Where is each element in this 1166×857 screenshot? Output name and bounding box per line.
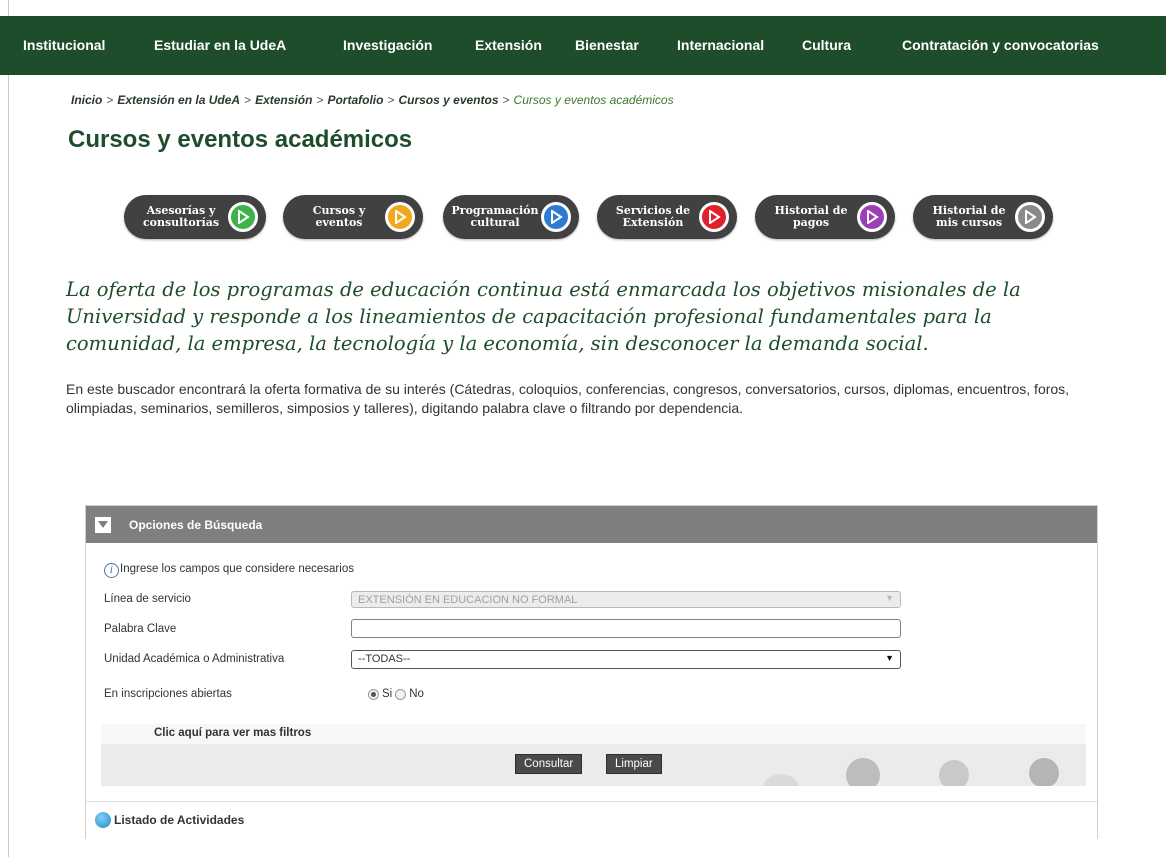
description-paragraph: En este buscador encontrará la oferta fo… <box>66 381 1070 416</box>
nav-estudiar[interactable]: Estudiar en la UdeA <box>154 37 286 53</box>
unit-select[interactable]: --TODAS-- ▼ <box>351 650 901 669</box>
window-left-border <box>0 0 9 857</box>
play-icon <box>385 202 415 232</box>
nav-investigacion[interactable]: Investigación <box>343 37 432 53</box>
breadcrumb-separator: > <box>502 93 510 107</box>
radio-no[interactable] <box>395 688 407 700</box>
play-icon <box>228 202 258 232</box>
pill-line2: cultural <box>470 216 520 229</box>
nav-internacional[interactable]: Internacional <box>677 37 764 53</box>
pill-servicios-extension[interactable]: Servicios de Extensión <box>597 195 737 239</box>
service-line-select: EXTENSIÓN EN EDUCACION NO FORMAL ▼ <box>351 591 901 608</box>
pill-line2: Extensión <box>622 216 684 229</box>
actions-bar: Consultar Limpiar <box>101 744 1086 786</box>
page-title: Cursos y eventos académicos <box>68 126 413 153</box>
breadcrumb-separator: > <box>387 93 395 107</box>
collapse-toggle-icon[interactable] <box>95 517 111 533</box>
play-icon <box>699 202 729 232</box>
radio-yes-label: Si <box>382 688 393 700</box>
nav-cultura[interactable]: Cultura <box>802 37 851 53</box>
open-enrollment-radios: Si No <box>368 688 424 700</box>
radio-yes[interactable] <box>368 688 379 700</box>
search-hint-text: Ingrese los campos que considere necesar… <box>120 563 354 575</box>
decorative-bubble <box>846 758 880 786</box>
breadcrumb-extension[interactable]: Extensión <box>255 93 312 107</box>
breadcrumb: Inicio > Extensión en la UdeA > Extensión > Po… <box>71 93 674 107</box>
breadcrumb-inicio[interactable]: Inicio <box>71 93 102 107</box>
pill-line2: mis cursos <box>935 216 1003 229</box>
breadcrumb-extension-udea[interactable]: Extensión en la UdeA <box>117 93 240 107</box>
breadcrumb-separator: > <box>106 93 114 107</box>
nav-contratacion[interactable]: Contratación y convocatorias <box>902 37 1099 53</box>
breadcrumb-portafolio[interactable]: Portafolio <box>327 93 383 107</box>
nav-bienestar[interactable]: Bienestar <box>575 37 639 53</box>
search-options-title: Opciones de Búsqueda <box>129 518 263 532</box>
service-line-value: EXTENSIÓN EN EDUCACION NO FORMAL <box>358 594 578 606</box>
keyword-label: Palabra Clave <box>104 623 177 635</box>
main-nav: Institucional Estudiar en la UdeA Invest… <box>0 16 1166 75</box>
decorative-bubble <box>1029 758 1059 786</box>
lead-paragraph: La oferta de los programas de educación … <box>66 278 1021 355</box>
breadcrumb-separator: > <box>244 93 252 107</box>
info-bubble-icon <box>95 812 111 828</box>
pill-historial-cursos[interactable]: Historial de mis cursos <box>913 195 1053 239</box>
pill-line2: consultorías <box>142 216 220 229</box>
activities-list-title: Listado de Actividades <box>114 813 245 827</box>
pill-cursos-eventos[interactable]: Cursos y eventos <box>283 195 423 239</box>
pill-asesorias[interactable]: Asesorías y consultorías <box>124 195 266 239</box>
search-options-header[interactable]: Opciones de Búsqueda <box>86 506 1097 543</box>
consult-button[interactable]: Consultar <box>515 754 583 774</box>
unit-label: Unidad Académica o Administrativa <box>104 653 285 665</box>
breadcrumb-current: Cursos y eventos académicos <box>513 93 674 107</box>
pill-line2: pagos <box>792 216 830 229</box>
breadcrumb-separator: > <box>316 93 324 107</box>
decorative-bubble <box>939 760 969 786</box>
nav-institucional[interactable]: Institucional <box>23 37 105 53</box>
service-line-label: Línea de servicio <box>104 593 191 605</box>
play-icon <box>857 202 887 232</box>
activities-list-header[interactable]: Listado de Actividades <box>86 801 1097 839</box>
dropdown-arrow-icon: ▼ <box>885 653 894 663</box>
more-filters-bar: Clic aquí para ver mas filtros <box>101 724 1086 744</box>
breadcrumb-cursos-eventos[interactable]: Cursos y eventos <box>398 93 498 107</box>
pill-historial-pagos[interactable]: Historial de pagos <box>755 195 895 239</box>
pill-line2: eventos <box>315 216 363 229</box>
dropdown-arrow-icon: ▼ <box>885 593 894 603</box>
more-filters-link[interactable]: Clic aquí para ver mas filtros <box>154 727 311 739</box>
play-icon <box>541 202 571 232</box>
window-top-border <box>0 0 1166 16</box>
search-hint: i Ingrese los campos que considere necesa… <box>104 563 354 578</box>
open-enrollment-label: En inscripciones abiertas <box>104 688 232 700</box>
keyword-input[interactable] <box>351 619 901 638</box>
unit-value: --TODAS-- <box>358 653 411 665</box>
play-icon <box>1015 202 1045 232</box>
nav-extension[interactable]: Extensión <box>475 37 542 53</box>
info-icon: i <box>104 563 119 578</box>
radio-no-label: No <box>409 688 424 700</box>
clear-button[interactable]: Limpiar <box>606 754 662 774</box>
decorative-bubble <box>761 774 801 786</box>
search-panel: Opciones de Búsqueda i Ingrese los campos… <box>85 505 1098 839</box>
pill-programacion-cultural[interactable]: Programación cultural <box>443 195 579 239</box>
